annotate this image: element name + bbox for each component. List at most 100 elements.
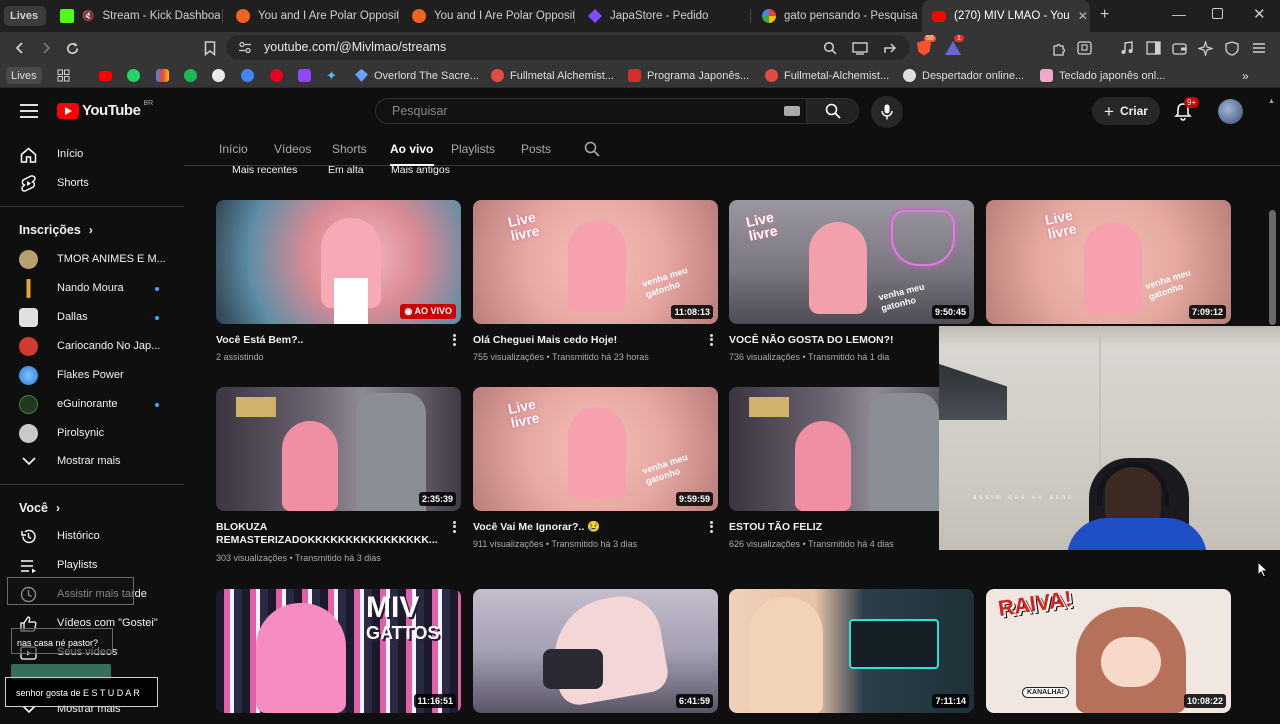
sidebar-subscription[interactable]: Cariocando No Jap... [0,332,184,361]
tab-videos[interactable]: Vídeos [274,142,311,156]
sidebar-subscription[interactable]: Dallas [0,303,184,332]
whatsapp-bookmark-icon[interactable] [127,67,140,84]
notifications-bell-icon[interactable]: 9+ [1174,97,1200,121]
hamburger-menu-icon[interactable] [20,104,38,118]
menu-icon[interactable] [1250,39,1268,57]
bookmark-despertador[interactable]: Despertador online... [903,67,1024,84]
video-thumbnail[interactable]: 7:11:14 [729,589,974,713]
video-card[interactable]: ESTOU TÃO FELIZ 626 visualizações • Tran… [729,387,974,549]
share-icon[interactable] [881,39,899,57]
restore-icon[interactable] [1212,8,1223,19]
voice-search-button[interactable] [871,96,903,128]
video-thumbnail[interactable]: ◉ AO VIVO [216,200,461,324]
brave-rewards-icon[interactable]: 1 [944,35,964,57]
zoom-icon[interactable] [821,39,839,57]
new-tab-icon[interactable]: + [1100,6,1109,24]
tab-japastore[interactable]: JapaStore - Pedido [578,0,750,32]
video-card[interactable]: RAIVA! KANALHA! 10:08:22 [986,589,1231,713]
youtube-logo[interactable]: YouTube BR [57,100,153,119]
bookmark-teclado[interactable]: Teclado japonês onl... [1040,67,1165,84]
keyboard-icon[interactable] [784,106,800,116]
sidebar-item-playlists[interactable]: Playlists [0,551,184,580]
apps-grid-icon[interactable] [57,67,70,84]
tab-inicio[interactable]: Início [219,142,248,156]
video-thumbnail[interactable]: Live livre venha meu gatonho 7:09:12 [986,200,1231,324]
sidebar-show-more[interactable]: Mostrar mais [0,447,184,476]
forward-icon[interactable] [37,39,55,57]
back-icon[interactable] [11,39,29,57]
sidebar-item-history[interactable]: Histórico [0,522,184,551]
scroll-up-icon[interactable]: ▲ [1268,98,1276,110]
video-thumbnail[interactable]: MIV GATTOS 11:16:51 [216,589,461,713]
chrome-bookmark-icon[interactable] [241,67,254,84]
chip-mais-antigos[interactable]: Mais antigos [391,164,450,178]
bookmark-page-icon[interactable] [201,39,219,57]
bookmark-fullmetal-1[interactable]: Fullmetal Alchemist... [491,67,614,84]
chip-mais-recentes[interactable]: Mais recentes [232,164,297,178]
bookmark-folder-lives[interactable]: Lives [6,67,42,84]
youtube-bookmark-icon[interactable] [99,67,112,84]
video-thumbnail[interactable] [729,387,974,511]
bookmark-programa-japones[interactable]: Programa Japonês... [628,67,749,84]
media-icon[interactable] [1118,39,1136,57]
video-title[interactable]: Você Está Bem?.. [216,334,441,347]
reload-icon[interactable] [63,39,81,57]
extensions-icon[interactable] [1049,39,1067,57]
video-title[interactable]: Olá Cheguei Mais cedo Hoje! [473,334,698,347]
sidebar-subscription[interactable]: TMOR ANIMES E M... [0,245,184,274]
address-bar[interactable]: youtube.com/@Mivlmao/streams [226,35,910,60]
tab-youtube-active[interactable]: (270) MIV LMAO - You ✕ [922,0,1090,32]
video-card[interactable]: Live livre venha meu gatonho 11:08:13 Ol… [473,200,718,362]
more-actions-icon[interactable] [706,333,716,347]
search-input[interactable]: Pesquisar [375,98,807,124]
pinterest-bookmark-icon[interactable] [270,67,283,84]
page-scrollbar-thumb[interactable] [1269,210,1276,325]
account-avatar[interactable] [1218,99,1243,124]
sidebar-subscription[interactable]: eGuinorante [0,390,184,419]
video-thumbnail[interactable]: 6:41:59 [473,589,718,713]
vpn-icon[interactable] [1223,39,1241,57]
spotify-bookmark-icon[interactable] [184,67,197,84]
wallet-icon[interactable] [1170,39,1188,57]
video-thumbnail[interactable]: Live livre venha meu gatonho 11:08:13 [473,200,718,324]
tab-polar-1[interactable]: You and I Are Polar Opposit [226,0,398,32]
bookmark-fullmetal-2[interactable]: Fullmetal-Alchemist... [765,67,889,84]
sidebar-subscription[interactable]: Pirolsynic [0,419,184,448]
tab-posts[interactable]: Posts [521,142,551,156]
tab-group-lives[interactable]: Lives [4,6,46,26]
translate-bookmark-icon[interactable] [212,67,225,84]
close-window-icon[interactable]: ✕ [1253,5,1266,23]
video-title[interactable]: ESTOU TÃO FELIZ [729,521,954,534]
brave-shield-icon[interactable]: 56 [915,35,936,57]
video-card[interactable]: 7:11:14 [729,589,974,713]
more-actions-icon[interactable] [449,520,459,534]
video-card[interactable]: Live livre venha meu gatonho 9:50:45 VOC… [729,200,974,362]
video-card[interactable]: MIV GATTOS 11:16:51 [216,589,461,713]
create-button[interactable]: + Criar [1092,97,1160,125]
subscriptions-heading[interactable]: Inscrições › [19,223,93,237]
video-thumbnail[interactable]: Live livre venha meu gatonho 9:50:45 [729,200,974,324]
video-thumbnail[interactable]: RAIVA! KANALHA! 10:08:22 [986,589,1231,713]
bookmark-overlord[interactable]: Overlord The Sacre... [355,67,479,84]
tab-shorts[interactable]: Shorts [332,142,367,156]
chip-em-alta[interactable]: Em alta [328,164,364,178]
more-actions-icon[interactable] [706,520,716,534]
twitch-bookmark-icon[interactable] [298,67,311,84]
sidebar-icon[interactable] [1144,39,1162,57]
cast-icon[interactable] [851,39,869,57]
video-title[interactable]: VOCÊ NÃO GOSTA DO LEMON?! [729,334,954,347]
more-actions-icon[interactable] [449,333,459,347]
tab-kick[interactable]: 🔇 Stream - Kick Dashboar [50,0,220,32]
search-button[interactable] [807,98,859,124]
minimize-icon[interactable]: — [1172,6,1186,22]
sidebar-item-home[interactable]: Início [0,140,184,169]
channel-search-icon[interactable] [584,141,600,157]
video-card[interactable]: Live livre venha meu gatonho 7:09:12 [986,200,1231,324]
video-thumbnail[interactable]: 2:35:39 [216,387,461,511]
video-card[interactable]: 2:35:39 BLOKUZA REMASTERIZADOKKKKKKKKKKK… [216,387,461,563]
sidebar-subscription[interactable]: Nando Moura [0,274,184,303]
video-card[interactable]: Live livre venha meu gatonho 9:59:59 Voc… [473,387,718,549]
tab-ao-vivo[interactable]: Ao vivo [390,142,433,156]
star-bookmark-icon[interactable]: ✦ [326,67,337,84]
video-title[interactable]: Você Vai Me Ignorar?.. 😢 [473,521,698,534]
